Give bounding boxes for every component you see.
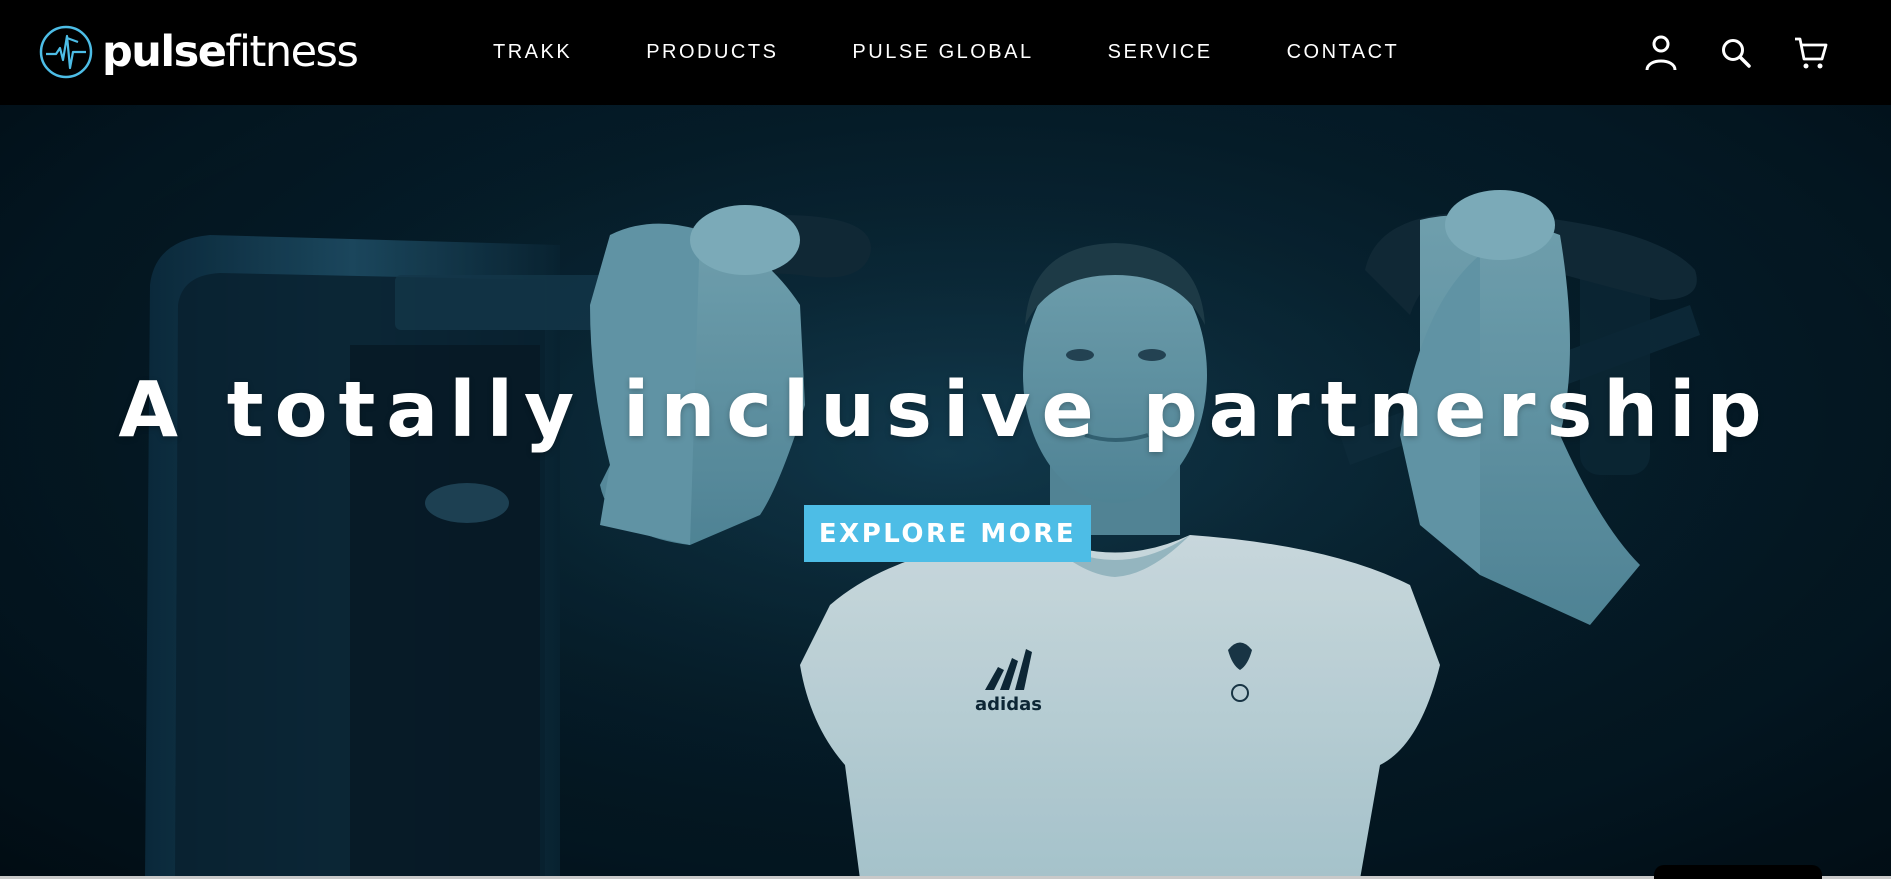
logo-text-bold: pulse [102,26,227,77]
nav-item-trakk[interactable]: TRAKK [493,41,572,64]
cart-button[interactable] [1791,33,1831,73]
pulse-fitness-logo[interactable]: pulsefitness [38,24,359,80]
nav-item-products[interactable]: PRODUCTS [646,41,778,64]
cart-icon [1795,37,1828,68]
hero-banner: adidas A totally inclusive partnership E… [0,105,1891,879]
hero-background-image: adidas [0,105,1891,879]
account-button[interactable] [1641,33,1681,73]
pulse-logo-icon [39,25,93,79]
header-icon-group [1606,0,1831,105]
logo-text-light: fitness [225,26,358,77]
nav-item-pulse-global[interactable]: PULSE GLOBAL [852,41,1033,64]
hero-title: A totally inclusive partnership [118,365,1773,455]
nav-item-service[interactable]: SERVICE [1108,41,1213,64]
explore-more-button[interactable]: EXPLORE MORE [804,505,1091,562]
logo-wordmark: pulsefitness [102,30,359,74]
account-icon [1645,35,1677,70]
site-header: pulsefitness TRAKK PRODUCTS PULSE GLOBAL… [0,0,1891,105]
nav-item-contact[interactable]: CONTACT [1287,41,1400,64]
search-icon [1722,38,1751,68]
search-button[interactable] [1716,33,1756,73]
main-nav: TRAKK PRODUCTS PULSE GLOBAL SERVICE CONT… [493,0,1399,105]
chat-widget-tab[interactable] [1654,865,1822,879]
